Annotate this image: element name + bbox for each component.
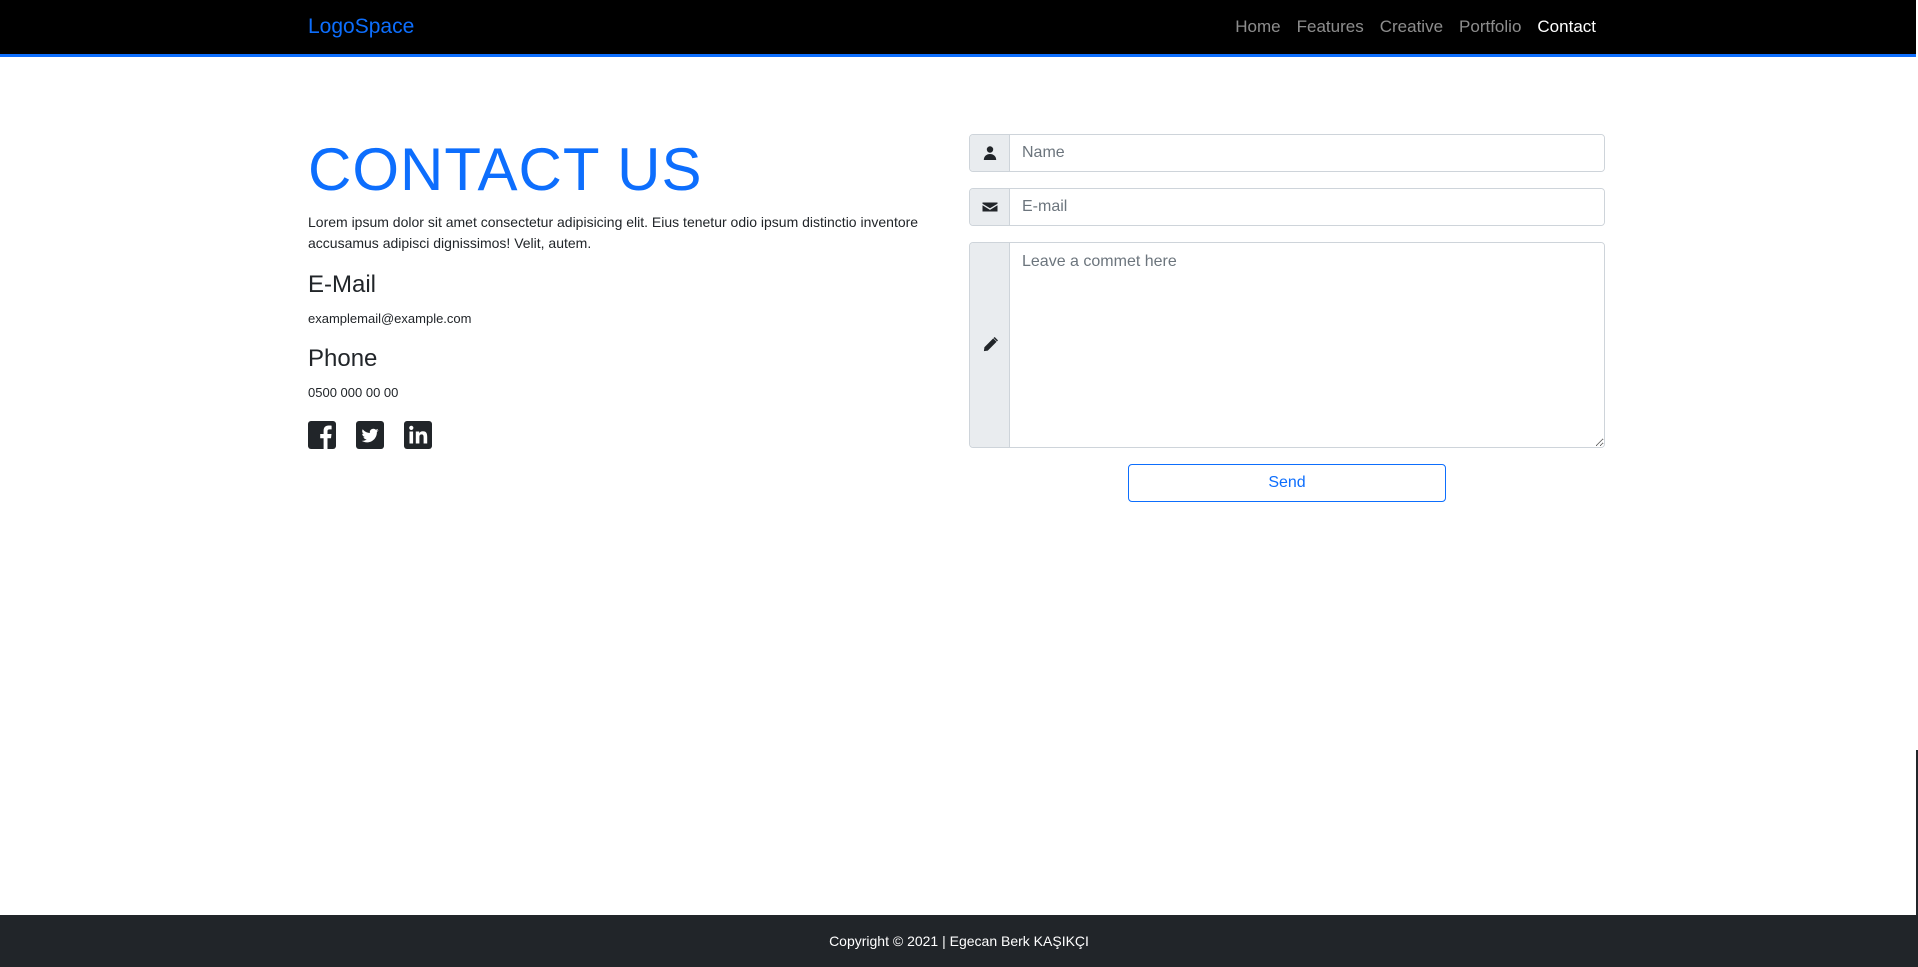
nav-link-features[interactable]: Features [1297,17,1364,37]
email-heading: E-Mail [308,271,377,298]
name-input-group [969,134,1605,172]
user-icon [983,146,996,160]
envelope-icon [982,202,997,212]
facebook-icon[interactable] [308,421,336,449]
send-button[interactable]: Send [1128,464,1446,502]
email-addon [970,189,1010,225]
nav-link-home[interactable]: Home [1235,17,1280,37]
nav-link-creative[interactable]: Creative [1380,17,1443,37]
name-input[interactable] [1010,135,1604,171]
footer: Copyright © 2021 | Egecan Berk KAŞIKÇI [0,915,1918,967]
comment-textarea[interactable] [1010,243,1604,447]
navbar: LogoSpace Home Features Creative Portfol… [0,0,1916,57]
phone-heading: Phone [308,345,378,372]
contact-form: Send [969,134,1605,502]
social-links [308,421,928,449]
email-value: examplemail@example.com [308,311,472,326]
nav-link-contact[interactable]: Contact [1537,17,1596,37]
contact-info: CONTACT US Lorem ipsum dolor sit amet co… [308,130,928,449]
twitter-icon[interactable] [356,421,384,449]
nav-links: Home Features Creative Portfolio Contact [1235,17,1596,37]
footer-copyright: Copyright © 2021 | Egecan Berk KAŞIKÇI [829,933,1089,949]
linkedin-icon[interactable] [404,421,432,449]
pencil-icon [983,337,998,352]
comment-addon [970,243,1010,447]
email-input-group [969,188,1605,226]
page-title: CONTACT US [308,136,703,203]
phone-value: 0500 000 00 00 [308,385,399,400]
comment-input-group [969,242,1605,448]
brand-logo-link[interactable]: LogoSpace [308,15,414,39]
name-addon [970,135,1010,171]
contact-description: Lorem ipsum dolor sit amet consectetur a… [308,214,919,251]
email-input[interactable] [1010,189,1604,225]
nav-link-portfolio[interactable]: Portfolio [1459,17,1521,37]
